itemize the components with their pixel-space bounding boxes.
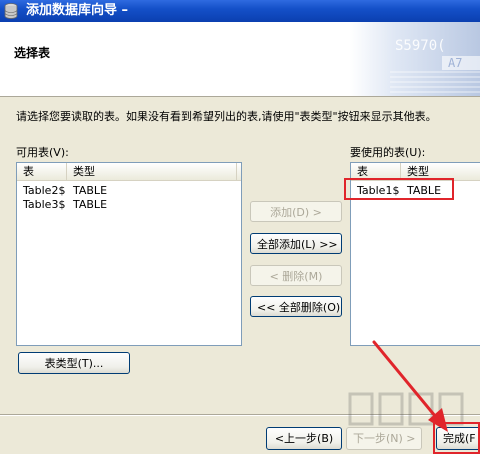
table-type: TABLE	[73, 198, 108, 211]
title-bar[interactable]: 添加数据库向导 –	[0, 0, 480, 22]
table-type: TABLE	[73, 184, 108, 197]
remove-all-button[interactable]: << 全部删除(O)	[250, 296, 342, 317]
available-tables-label: 可用表(V):	[16, 146, 69, 159]
header-deco-text-1: S5970(	[395, 38, 446, 54]
column-header-type[interactable]: 类型	[67, 163, 237, 180]
table-row[interactable]: Table3$ TABLE	[17, 197, 241, 212]
available-tables-list[interactable]: 表 类型 Table2$ TABLE Table3$ TABLE	[16, 162, 242, 346]
header-deco-text-2: A7	[448, 56, 462, 70]
header-decoration-graphic: S5970( A7	[350, 22, 480, 96]
annotation-arrow-icon	[372, 340, 448, 432]
add-all-button[interactable]: 全部添加(L) >>	[250, 233, 342, 254]
table-types-button[interactable]: 表类型(T)...	[18, 352, 130, 374]
remove-button[interactable]: < 删除(M)	[250, 265, 342, 286]
window-title: 添加数据库向导 –	[26, 3, 129, 18]
selected-tables-label: 要使用的表(U):	[350, 146, 426, 159]
add-database-wizard-window: 添加数据库向导 – 选择表 S5970( A7 请选择您要读取的表。如果没有看到…	[0, 0, 480, 454]
add-button[interactable]: 添加(D) >	[250, 201, 342, 222]
column-header-table[interactable]: 表	[17, 163, 67, 180]
page-title: 选择表	[14, 46, 51, 60]
table-name: Table2$	[23, 184, 66, 197]
database-icon	[4, 3, 18, 19]
selected-table-highlight	[344, 178, 454, 200]
instruction-text: 请选择您要读取的表。如果没有看到希望列出的表,请使用"表类型"按钮来显示其他表。	[16, 110, 437, 123]
table-row[interactable]: Table2$ TABLE	[17, 183, 241, 198]
wizard-header: 选择表 S5970( A7	[0, 22, 480, 97]
back-button[interactable]: <上一步(B)	[266, 427, 342, 450]
available-list-header: 表 类型	[17, 163, 241, 181]
table-name: Table3$	[23, 198, 66, 211]
